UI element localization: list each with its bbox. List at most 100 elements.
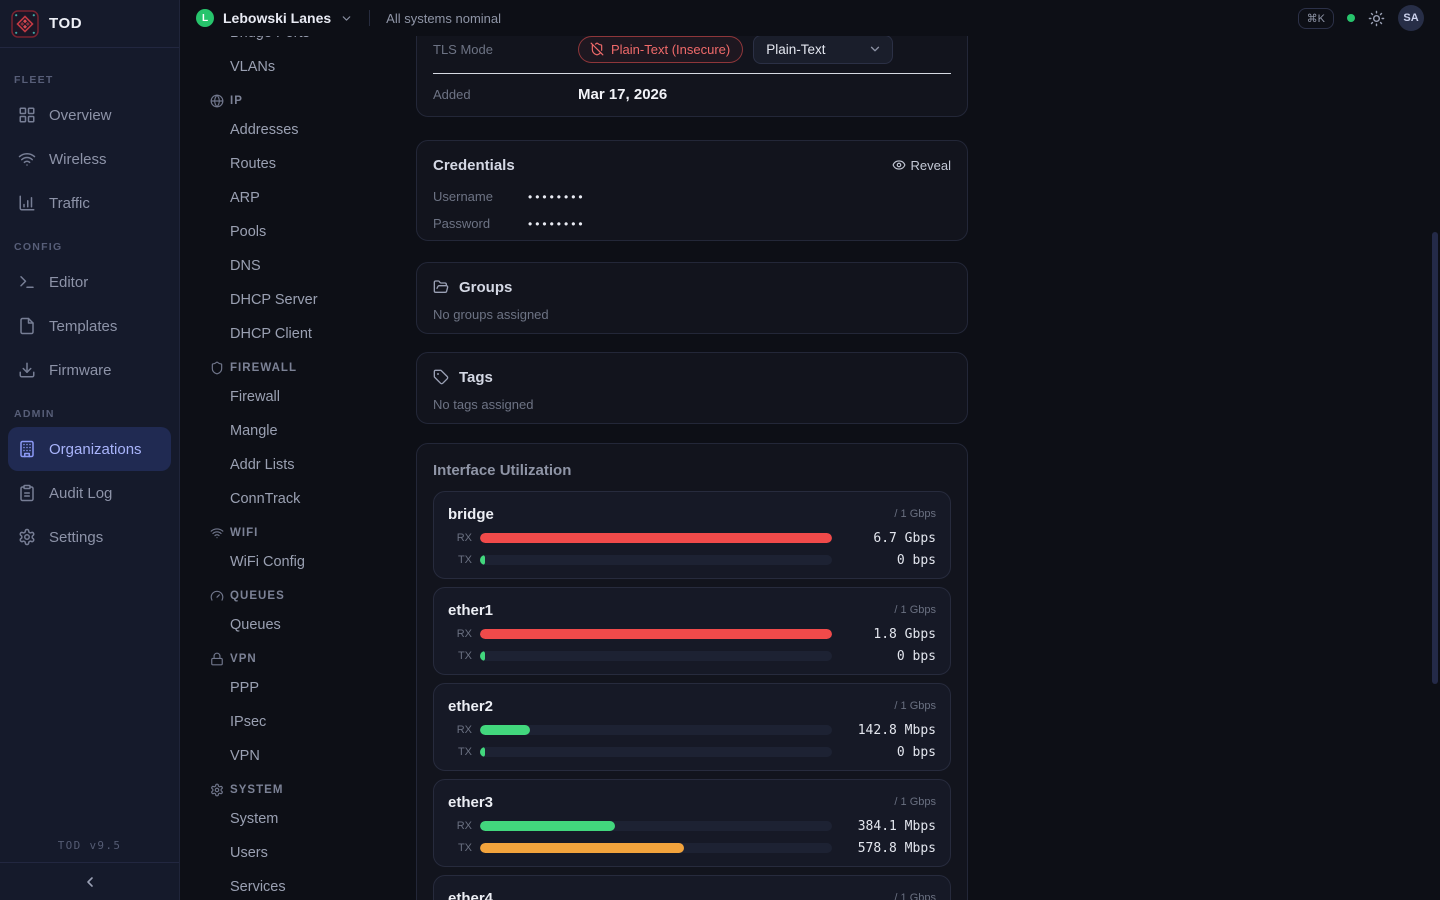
interface-rx-value: 1.8 Gbps <box>840 627 936 642</box>
sidebar-item-label: Settings <box>49 529 103 546</box>
page-scrollbar[interactable] <box>1432 232 1438 684</box>
subnav-item-pools[interactable]: Pools <box>230 215 416 249</box>
collapse-sidebar-button[interactable] <box>78 870 102 894</box>
subnav-item-vpn[interactable]: VPN <box>230 739 416 773</box>
subnav-section-queues: QUEUES <box>210 584 416 608</box>
org-switcher[interactable]: L Lebowski Lanes <box>196 9 353 27</box>
grid-icon <box>18 106 36 124</box>
shield-icon <box>210 361 224 375</box>
subnav-item-mangle[interactable]: Mangle <box>230 414 416 448</box>
folder-open-icon <box>433 279 449 295</box>
sidebar-section-label-admin: ADMIN <box>8 401 171 427</box>
interface-tx-bar-fill <box>480 555 485 565</box>
interface-capacity: / 1 Gbps <box>894 892 936 900</box>
sidebar-item-editor[interactable]: Editor <box>8 260 171 304</box>
subnav-section-system: SYSTEM <box>210 778 416 802</box>
tags-empty-text: No tags assigned <box>433 397 951 412</box>
interface-header: bridge/ 1 Gbps <box>448 502 936 526</box>
interface-card-ether4: ether4 / 1 Gbps <box>433 875 951 900</box>
tls-mode-select[interactable]: Plain-Text <box>753 35 893 64</box>
tags-card: Tags No tags assigned <box>416 352 968 424</box>
interface-tx-row: TX0 bps <box>448 550 936 570</box>
clipboard-icon <box>18 484 36 502</box>
subnav-section-label: FIREWALL <box>230 362 297 374</box>
subnav-item-users[interactable]: Users <box>230 836 416 870</box>
interface-tx-bar-fill <box>480 651 485 661</box>
credentials-title: Credentials <box>433 157 515 174</box>
brand-name: TOD <box>49 15 82 32</box>
sidebar-item-overview[interactable]: Overview <box>8 93 171 137</box>
sidebar-item-label: Wireless <box>49 151 107 168</box>
added-row: Added Mar 17, 2026 <box>433 74 951 114</box>
command-palette-shortcut[interactable]: ⌘K <box>1298 8 1334 29</box>
interface-header: ether4 / 1 Gbps <box>448 886 936 900</box>
groups-title: Groups <box>459 279 512 296</box>
interface-capacity: / 1 Gbps <box>894 700 936 712</box>
subnav-item-routes[interactable]: Routes <box>230 147 416 181</box>
tls-badge-text: Plain-Text (Insecure) <box>611 42 730 57</box>
reveal-credentials-button[interactable]: Reveal <box>892 158 951 173</box>
interface-card-bridge: bridge/ 1 GbpsRX6.7 GbpsTX0 bps <box>433 491 951 579</box>
sidebar-item-label: Editor <box>49 274 88 291</box>
chevron-left-icon <box>82 874 98 890</box>
topbar-right: ⌘K SA <box>1298 5 1424 31</box>
subnav-item-firewall[interactable]: Firewall <box>230 380 416 414</box>
subnav-item-system[interactable]: System <box>230 802 416 836</box>
app-root: TOD FLEETOverviewWirelessTrafficCONFIGEd… <box>0 0 1440 900</box>
brand-header: TOD <box>0 0 179 48</box>
sidebar-item-wireless[interactable]: Wireless <box>8 137 171 181</box>
interface-tx-row: TX0 bps <box>448 646 936 666</box>
interface-tx-row: TX0 bps <box>448 742 936 762</box>
interface-tx-bar-track <box>480 843 832 853</box>
interface-tx-value: 0 bps <box>840 649 936 664</box>
interface-rx-bar-fill <box>480 725 530 735</box>
subnav-item-ppp[interactable]: PPP <box>230 671 416 705</box>
subnav-item-services[interactable]: Services <box>230 870 416 900</box>
terminal-icon <box>18 273 36 291</box>
subnav-item-wifi-config[interactable]: WiFi Config <box>230 545 416 579</box>
interface-header: ether3/ 1 Gbps <box>448 790 936 814</box>
interface-rx-bar-track <box>480 821 832 831</box>
subnav-item-ipsec[interactable]: IPsec <box>230 705 416 739</box>
interface-card-ether1: ether1/ 1 GbpsRX1.8 GbpsTX0 bps <box>433 587 951 675</box>
tags-header: Tags <box>433 365 951 389</box>
sidebar-item-settings[interactable]: Settings <box>8 515 171 559</box>
subnav-item-addr-lists[interactable]: Addr Lists <box>230 448 416 482</box>
system-status-text: All systems nominal <box>386 11 501 26</box>
interface-rx-row: RX142.8 Mbps <box>448 720 936 740</box>
interface-capacity: / 1 Gbps <box>894 796 936 808</box>
interface-tx-bar-track <box>480 651 832 661</box>
interface-rx-bar-fill <box>480 821 615 831</box>
tls-insecure-badge: Plain-Text (Insecure) <box>578 36 743 63</box>
user-avatar[interactable]: SA <box>1398 5 1424 31</box>
sidebar-item-traffic[interactable]: Traffic <box>8 181 171 225</box>
subnav-item-arp[interactable]: ARP <box>230 181 416 215</box>
subnav-item-dhcp-server[interactable]: DHCP Server <box>230 283 416 317</box>
subnav-item-dns[interactable]: DNS <box>230 249 416 283</box>
credential-row-password: Password•••••••• <box>433 210 951 237</box>
subnav-item-conntrack[interactable]: ConnTrack <box>230 482 416 516</box>
sidebar-item-audit-log[interactable]: Audit Log <box>8 471 171 515</box>
topbar-divider <box>369 10 370 26</box>
lock-icon <box>210 652 224 666</box>
subnav-item-vlans[interactable]: VLANs <box>230 50 416 84</box>
subnav-item-queues[interactable]: Queues <box>230 608 416 642</box>
credentials-header: Credentials Reveal <box>433 153 951 177</box>
sidebar-item-templates[interactable]: Templates <box>8 304 171 348</box>
interface-rx-label: RX <box>448 532 472 544</box>
theme-toggle-button[interactable] <box>1368 10 1385 27</box>
subnav-section-vpn: VPN <box>210 647 416 671</box>
sidebar-footer: TOD v9.5 <box>0 828 179 900</box>
sidebar-item-firmware[interactable]: Firmware <box>8 348 171 392</box>
interface-name: bridge <box>448 506 494 523</box>
interface-rx-bar-fill <box>480 533 832 543</box>
credentials-rows: Username••••••••Password•••••••• <box>433 183 951 237</box>
sidebar-item-organizations[interactable]: Organizations <box>8 427 171 471</box>
groups-empty-text: No groups assigned <box>433 307 951 322</box>
credential-masked-value: •••••••• <box>528 190 586 204</box>
interface-list: bridge/ 1 GbpsRX6.7 GbpsTX0 bpsether1/ 1… <box>433 491 951 900</box>
subnav-section-label: SYSTEM <box>230 784 284 796</box>
interface-name: ether4 <box>448 890 493 900</box>
subnav-item-dhcp-client[interactable]: DHCP Client <box>230 317 416 351</box>
subnav-item-addresses[interactable]: Addresses <box>230 113 416 147</box>
